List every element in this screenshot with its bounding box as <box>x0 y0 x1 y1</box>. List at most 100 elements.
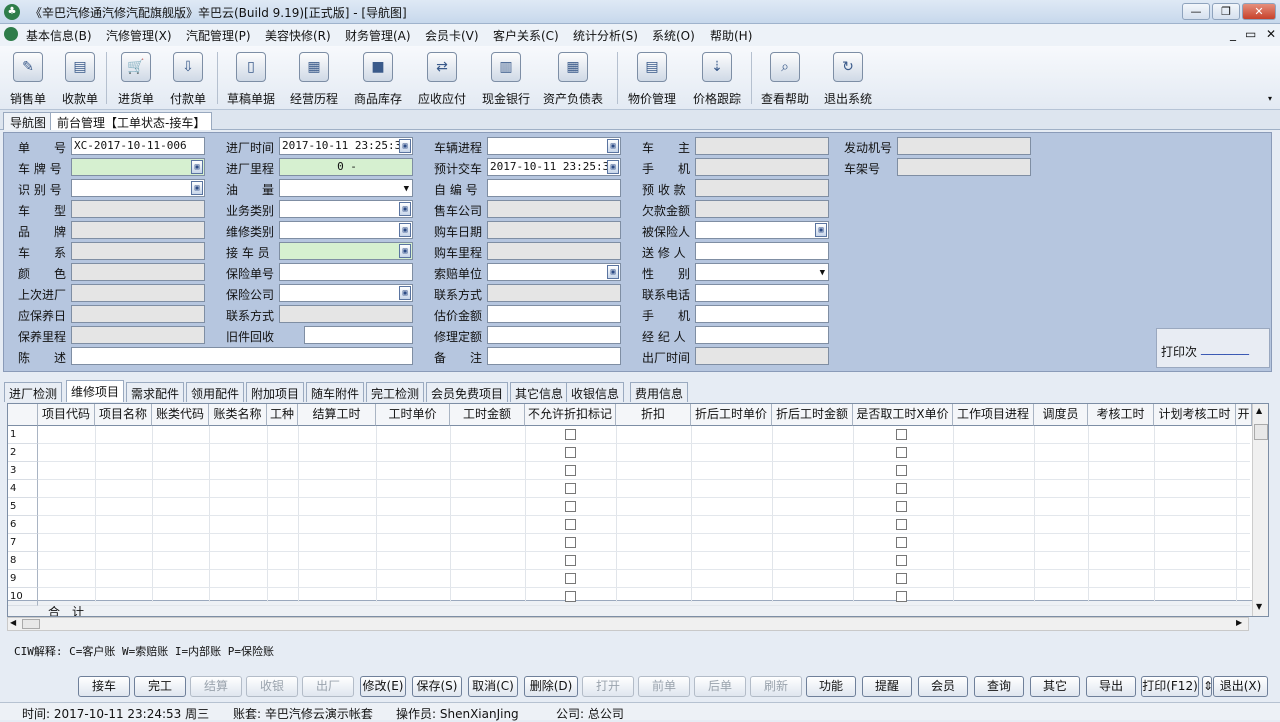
field-input[interactable] <box>487 305 621 323</box>
no-discount-checkbox[interactable] <box>565 501 576 512</box>
field-input[interactable] <box>71 284 205 302</box>
no-discount-checkbox[interactable] <box>565 537 576 548</box>
field-input[interactable] <box>695 137 829 155</box>
scroll-thumb[interactable] <box>1254 424 1268 440</box>
picker-icon[interactable]: ▣ <box>399 202 411 216</box>
mdi-control-1[interactable]: ▭ <box>1245 27 1256 41</box>
use-unit-price-checkbox[interactable] <box>896 501 907 512</box>
subtab-9[interactable]: 收银信息 <box>566 382 625 402</box>
table-row[interactable] <box>38 480 1250 498</box>
dropdown-arrow-icon[interactable]: ▼ <box>820 265 825 280</box>
field-input[interactable]: XC-2017-10-11-006 <box>71 137 205 155</box>
action-button-14[interactable]: 提醒 <box>862 676 912 697</box>
grid-header-15[interactable]: 考核工时 <box>1088 404 1154 426</box>
field-input[interactable]: ▣ <box>279 284 413 302</box>
toolbar-overflow-icon[interactable]: ▾ <box>1268 94 1272 103</box>
subtab-8[interactable]: 其它信息 <box>510 382 569 402</box>
action-button-21[interactable]: 退出(X) <box>1213 676 1268 697</box>
picker-icon[interactable]: ▣ <box>607 265 619 279</box>
toolbar-button-8[interactable]: ▥ 现金银行 <box>476 50 536 108</box>
field-input[interactable] <box>487 200 621 218</box>
action-button-8[interactable]: 删除(D) <box>524 676 578 697</box>
grid-header-17[interactable]: 开 <box>1236 404 1252 426</box>
field-input[interactable]: 2017-10-11 23:25:36 ▣ <box>487 158 621 176</box>
toolbar-button-12[interactable]: ⌕ 查看帮助 <box>755 50 815 108</box>
grid-header-3[interactable]: 账类名称 <box>209 404 267 426</box>
field-input[interactable] <box>695 284 829 302</box>
action-button-13[interactable]: 功能 <box>806 676 856 697</box>
toolbar-button-7[interactable]: ⇄ 应收应付 <box>412 50 472 108</box>
action-button-18[interactable]: 导出 <box>1086 676 1136 697</box>
toolbar-button-9[interactable]: ▦ 资产负债表 <box>543 50 603 108</box>
no-discount-checkbox[interactable] <box>565 573 576 584</box>
field-input[interactable] <box>695 326 829 344</box>
grid-header-4[interactable]: 工种 <box>267 404 298 426</box>
action-button-19[interactable]: 打印(F12) <box>1141 676 1199 697</box>
field-input[interactable] <box>487 179 621 197</box>
action-button-20[interactable]: ⇕ <box>1202 676 1213 697</box>
action-button-7[interactable]: 取消(C) <box>468 676 518 697</box>
toolbar-button-6[interactable]: ■ 商品库存 <box>348 50 408 108</box>
field-input[interactable] <box>487 347 621 365</box>
field-input[interactable] <box>279 263 413 281</box>
tab-front-desk[interactable]: 前台管理【工单状态-接车】 <box>50 112 213 130</box>
table-row[interactable] <box>38 426 1250 444</box>
grid-header-16[interactable]: 计划考核工时 <box>1154 404 1236 426</box>
menu-item-0[interactable]: 基本信息(B) <box>26 27 92 44</box>
field-input[interactable]: ▣ <box>695 221 829 239</box>
field-input[interactable]: ▣ <box>71 158 205 176</box>
use-unit-price-checkbox[interactable] <box>896 483 907 494</box>
field-input[interactable] <box>695 242 829 260</box>
use-unit-price-checkbox[interactable] <box>896 429 907 440</box>
use-unit-price-checkbox[interactable] <box>896 573 907 584</box>
field-input[interactable] <box>487 221 621 239</box>
field-input[interactable] <box>897 137 1031 155</box>
toolbar-button-4[interactable]: ▯ 草稿单据 <box>221 50 281 108</box>
dropdown-arrow-icon[interactable]: ▼ <box>404 181 409 196</box>
grid-header-13[interactable]: 工作项目进程 <box>953 404 1034 426</box>
picker-icon[interactable]: ▣ <box>815 223 827 237</box>
old-recycle-input[interactable] <box>304 326 413 344</box>
hscroll-thumb[interactable] <box>22 619 40 629</box>
field-input[interactable] <box>71 221 205 239</box>
grid-header-7[interactable]: 工时金额 <box>450 404 525 426</box>
picker-icon[interactable]: ▣ <box>399 244 411 258</box>
grid-header-10[interactable]: 折后工时单价 <box>691 404 772 426</box>
grid-header-9[interactable]: 折扣 <box>616 404 691 426</box>
table-row[interactable] <box>38 552 1250 570</box>
action-button-0[interactable]: 接车 <box>78 676 130 697</box>
table-row[interactable] <box>38 444 1250 462</box>
menu-item-2[interactable]: 汽配管理(P) <box>186 27 251 44</box>
field-input[interactable]: ▣ <box>487 263 621 281</box>
no-discount-checkbox[interactable] <box>565 465 576 476</box>
subtab-5[interactable]: 随车附件 <box>306 382 365 402</box>
description-input[interactable] <box>71 347 413 365</box>
table-row[interactable] <box>38 516 1250 534</box>
picker-icon[interactable]: ▣ <box>191 181 203 195</box>
subtab-7[interactable]: 会员免费项目 <box>426 382 509 402</box>
picker-icon[interactable]: ▣ <box>607 139 619 153</box>
grid-header-12[interactable]: 是否取工时X单价 <box>853 404 953 426</box>
field-input[interactable] <box>695 347 829 365</box>
action-button-1[interactable]: 完工 <box>134 676 186 697</box>
field-input[interactable] <box>71 263 205 281</box>
no-discount-checkbox[interactable] <box>565 591 576 602</box>
use-unit-price-checkbox[interactable] <box>896 465 907 476</box>
mdi-control-0[interactable]: _ <box>1230 27 1236 41</box>
no-discount-checkbox[interactable] <box>565 519 576 530</box>
picker-icon[interactable]: ▣ <box>399 286 411 300</box>
toolbar-button-13[interactable]: ↻ 退出系统 <box>818 50 878 108</box>
menu-item-5[interactable]: 会员卡(V) <box>425 27 479 44</box>
field-input[interactable]: ▼ <box>695 263 829 281</box>
picker-icon[interactable]: ▣ <box>191 160 203 174</box>
minimize-button[interactable]: — <box>1182 3 1210 20</box>
action-button-5[interactable]: 修改(E) <box>360 676 406 697</box>
field-input[interactable] <box>695 158 829 176</box>
use-unit-price-checkbox[interactable] <box>896 555 907 566</box>
scroll-down-icon[interactable]: ▼ <box>1256 602 1262 611</box>
grid-header-1[interactable]: 项目名称 <box>95 404 152 426</box>
subtab-2[interactable]: 需求配件 <box>126 382 185 402</box>
field-input[interactable]: 0 - <box>279 158 413 176</box>
restore-button[interactable]: ❐ <box>1212 3 1240 20</box>
menu-item-8[interactable]: 系统(O) <box>652 27 695 44</box>
